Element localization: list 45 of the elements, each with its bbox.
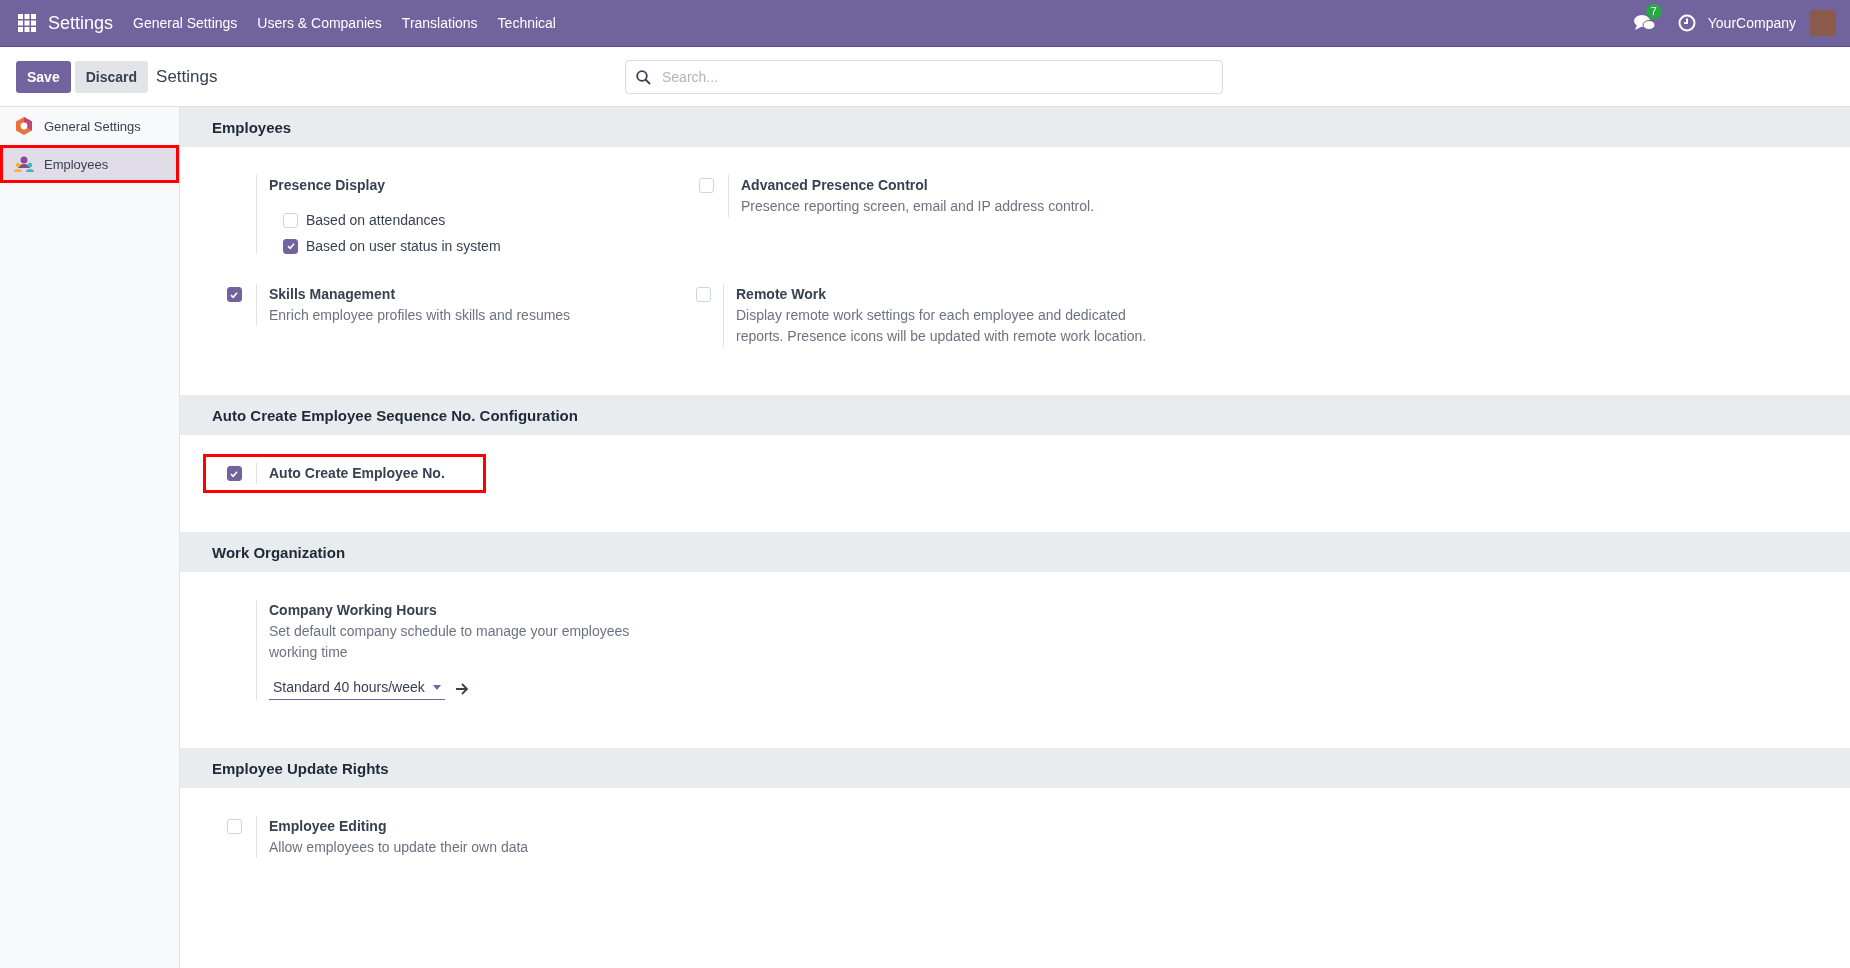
- setting-title: Company Working Hours: [269, 601, 438, 620]
- section-header: Employees: [180, 107, 1850, 147]
- sidebar-item[interactable]: Employees: [0, 145, 179, 183]
- checkbox[interactable]: [226, 287, 242, 302]
- setting-description: Set default company schedule to manage your employees working time: [269, 622, 631, 662]
- arrow-right-icon[interactable]: [454, 682, 469, 695]
- hexagon-icon: [14, 116, 34, 136]
- clock-icon[interactable]: [1677, 14, 1696, 32]
- checkmark-icon: [229, 468, 239, 479]
- apps-grid-icon[interactable]: [18, 14, 36, 32]
- setting-title: Presence Display: [269, 176, 386, 195]
- company-name[interactable]: YourCompany: [1707, 15, 1796, 31]
- chat-icon[interactable]: [1633, 13, 1656, 33]
- sidebar-item[interactable]: General Settings: [0, 107, 179, 145]
- setting-description: Allow employees to update their own data: [269, 838, 529, 857]
- section-header: Auto Create Employee Sequence No. Configuration: [180, 395, 1850, 435]
- section-header: Work Organization: [180, 532, 1850, 572]
- menu-item[interactable]: General Settings: [133, 15, 238, 31]
- setting-title: Auto Create Employee No.: [269, 464, 445, 483]
- option-label: Based on attendances: [306, 212, 446, 228]
- setting-title: Skills Management: [269, 285, 397, 304]
- search-field[interactable]: Search...: [625, 59, 1223, 94]
- menu-item[interactable]: Translations: [401, 15, 478, 31]
- setting-title: Remote Work: [736, 285, 827, 304]
- menu-item[interactable]: Users & Companies: [257, 15, 382, 31]
- checkmark-icon: [229, 289, 239, 300]
- setting-description: Enrich employee profiles with skills and resumes: [269, 306, 571, 325]
- option-label: Based on user status in system: [306, 238, 501, 254]
- save-button[interactable]: Save: [16, 60, 71, 93]
- setting-description: Presence reporting screen, email and IP address control.: [741, 197, 1095, 216]
- caret-icon: [432, 684, 441, 690]
- checkbox[interactable]: [226, 466, 242, 481]
- discard-button[interactable]: Discard: [74, 60, 149, 93]
- app-name[interactable]: Settings: [48, 12, 114, 34]
- checkbox[interactable]: [283, 238, 298, 254]
- setting-description: Display remote work settings for each employee and dedicated reports. Presence icons will be updated with remote work location.: [736, 306, 1148, 346]
- breadcrumb: Settings: [156, 66, 218, 87]
- section-header: Employee Update Rights: [180, 748, 1850, 788]
- setting-title: Advanced Presence Control: [741, 176, 929, 195]
- message-count-badge: 7: [1645, 4, 1662, 19]
- checkmark-icon: [285, 241, 296, 251]
- setting-title: Employee Editing: [269, 817, 388, 836]
- menu-item[interactable]: Technical: [497, 15, 556, 31]
- schedule-dropdown[interactable]: Standard 40 hours/week: [269, 677, 445, 700]
- people-icon: [14, 154, 34, 174]
